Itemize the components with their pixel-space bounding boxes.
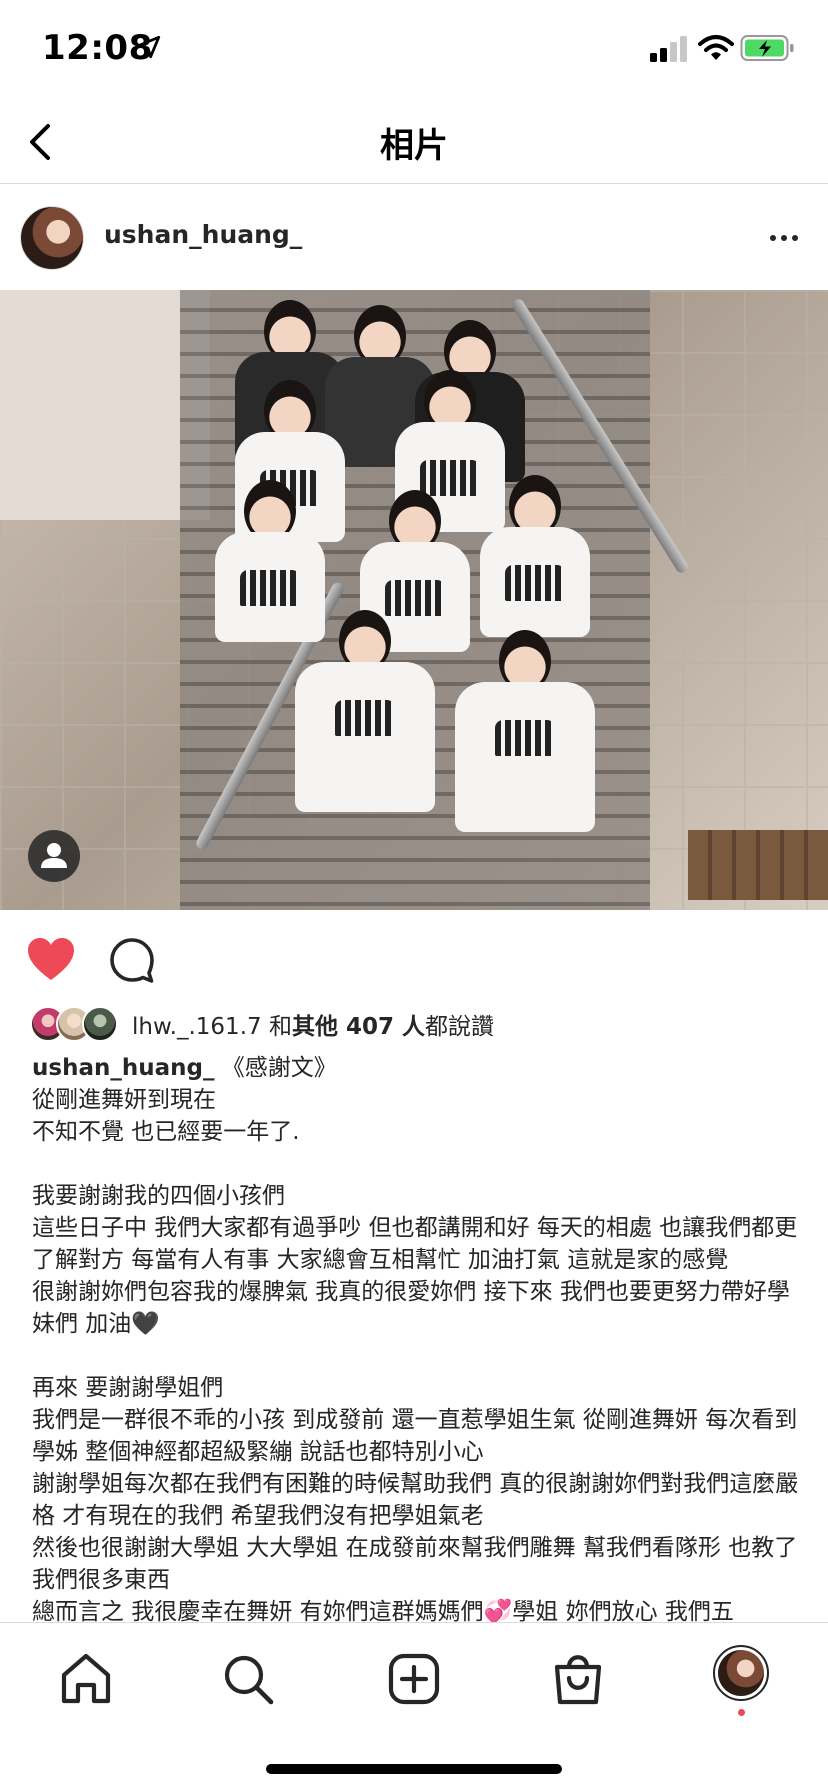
page-title: 相片 [380,126,448,166]
search-icon[interactable] [220,1651,276,1707]
comment-button[interactable] [108,936,156,984]
wifi-icon [698,35,734,60]
other-likers[interactable]: 其他 407 人 [292,1014,425,1040]
post-actions [0,930,828,990]
caption-username[interactable]: ushan_huang_ [32,1055,214,1081]
post-username[interactable]: ushan_huang_ [104,220,302,249]
heart-filled-icon [28,938,74,980]
status-bar: 12:08 [0,0,828,98]
profile-tab[interactable] [713,1645,769,1701]
person-icon [47,843,61,857]
caption-title: 《感謝文》 [214,1055,337,1081]
user-tags-button[interactable] [28,830,80,882]
shop-icon[interactable] [550,1651,606,1707]
caption-body: 從剛進舞妍到現在 不知不覺 也已經要一年了. 我要謝謝我的四個小孩們 這些日子中… [32,1087,799,1625]
like-button[interactable] [26,936,76,982]
likes-row[interactable]: lhw._.161.7 和其他 407 人都說讚 [30,1004,494,1044]
more-options-button[interactable] [762,218,806,258]
person [450,630,600,890]
location-arrow-icon [137,35,161,59]
avatar[interactable] [20,206,84,270]
post-photo[interactable] [0,290,828,910]
likes-summary: lhw._.161.7 和其他 407 人都說讚 [132,1014,494,1040]
post-caption: ushan_huang_ 《感謝文》 從剛進舞妍到現在 不知不覺 也已經要一年了… [32,1052,802,1628]
liker-avatar [82,1006,118,1042]
post-header: ushan_huang_ [0,184,828,290]
more-horizontal-icon [770,235,776,241]
notification-dot [738,1709,745,1716]
battery-charging-icon [740,35,794,61]
person [290,610,440,870]
profile-avatar [718,1650,764,1696]
nav-bar: 相片 [0,98,828,184]
new-post-icon[interactable] [386,1651,442,1707]
home-indicator[interactable] [266,1764,562,1774]
signal-bars-icon [650,36,687,62]
home-icon[interactable] [58,1651,114,1707]
liker-avatars [30,1006,120,1042]
first-liker[interactable]: lhw._.161.7 [132,1014,262,1040]
comment-icon [110,938,154,983]
